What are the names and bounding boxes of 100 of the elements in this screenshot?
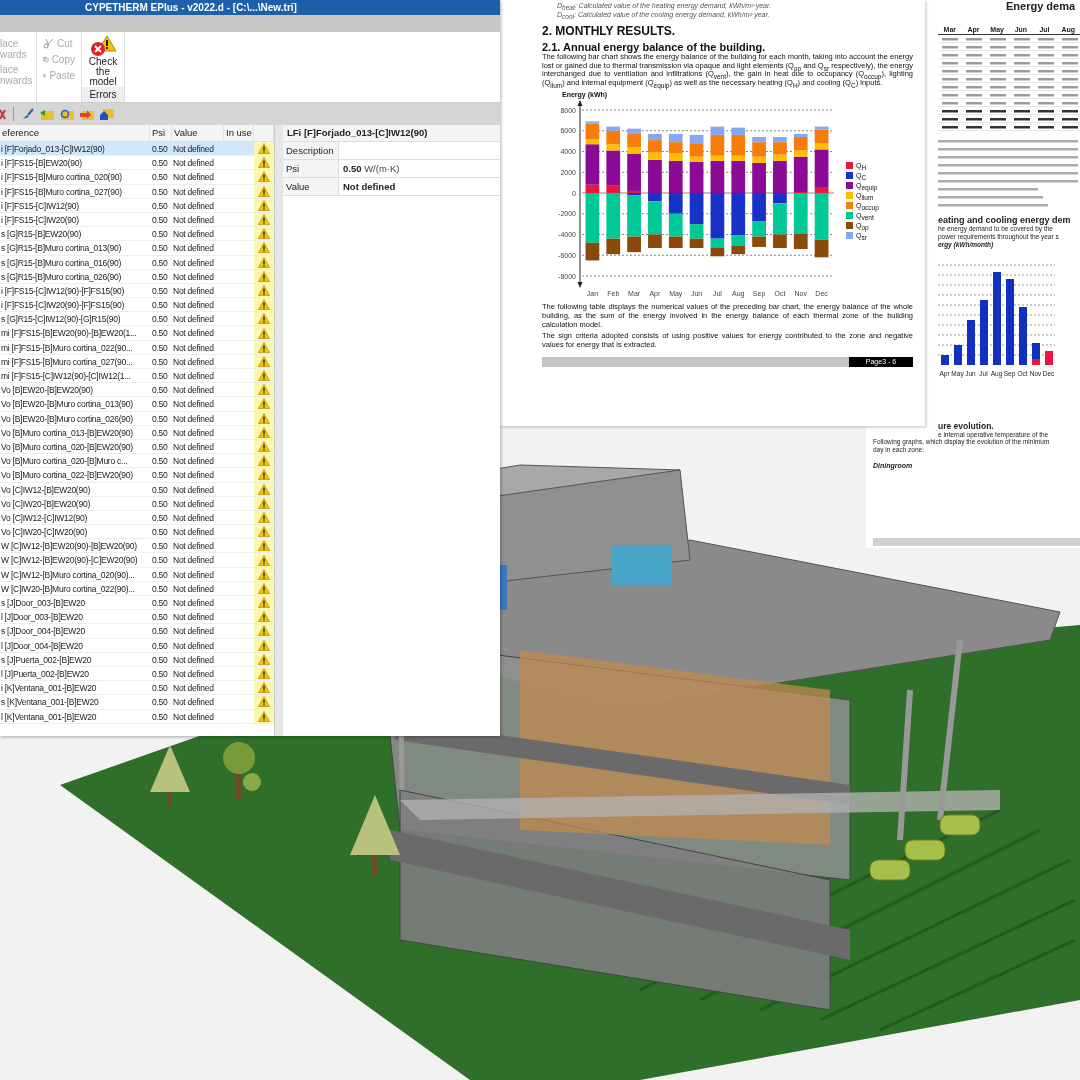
table-cell-text: Not defined — [172, 398, 215, 411]
table-cell-text: Vo [B]EW20-[B]EW20(90) — [0, 384, 94, 397]
table-cell-text: Vo [B]Muro cortina_022-[B]EW20(90) — [0, 469, 134, 482]
panel-title: LFi [F]Forjado_013-[C]IW12(90) — [283, 125, 500, 142]
table-cell-text: l [J]Door_004-[B]EW20 — [0, 639, 84, 652]
table-cell-text: 0.50 — [151, 526, 169, 539]
table-cell-text: W [C]IW12-[B]EW20(90)-[B]EW20(90) — [0, 540, 138, 553]
table-cell-text: Not defined — [172, 199, 215, 212]
table-cell-text: Not defined — [172, 143, 215, 156]
table-cell-text: Vo [C]IW12-[C]IW12(90) — [0, 511, 89, 525]
table-cell-text: Vo [B]EW20-[B]Muro cortina_026(90) — [0, 412, 134, 425]
group-label: Errors — [82, 87, 124, 102]
table-cell-text: 0.50 — [151, 412, 169, 425]
table-cell-text: Vo [C]IW20-[C]IW20(90) — [0, 526, 89, 539]
table-cell-text: 0.50 — [151, 256, 169, 269]
table-cell-text: W [C]IW20-[B]Muro cortina_022(90)... — [0, 582, 136, 595]
table-cell-text: 0.50 — [151, 199, 169, 212]
table-cell-text: Not defined — [172, 355, 215, 368]
table-cell-text: Vo [B]EW20-[B]Muro cortina_013(90) — [0, 398, 134, 411]
table-cell-text: Not defined — [172, 440, 215, 454]
section-heading: ure evolution. — [938, 421, 995, 431]
table-cell-text: 0.50 — [151, 554, 169, 567]
table-cell-text: 0.50 — [151, 540, 169, 553]
table-cell-text: i [F]FS15-[B]Muro cortina_027(90) — [0, 185, 123, 198]
table-cell-text: Not defined — [172, 426, 215, 439]
table-cell-text: Not defined — [172, 171, 215, 184]
table-cell-text: Not defined — [172, 469, 215, 482]
section-heading: 2. MONTHLY RESULTS. — [542, 24, 677, 38]
table-cell-text: s [K]Ventana_001-[B]EW20 — [0, 696, 100, 709]
table-cell-text: Not defined — [172, 228, 215, 241]
table-cell-text: s [J]Door_004-[B]EW20 — [0, 625, 87, 638]
table-cell-text: Not defined — [172, 299, 215, 312]
table-cell-text: Not defined — [172, 284, 215, 298]
table-cell-text: s [G]R15-[B]Muro cortina_016(90) — [0, 256, 123, 269]
table-cell-text: 0.50 — [151, 270, 169, 283]
table-cell-text: Not defined — [172, 582, 215, 595]
table-cell-text: Not defined — [172, 185, 215, 198]
table-cell-text: 0.50 — [151, 185, 169, 198]
table-cell-text: 0.50 — [151, 426, 169, 439]
window-title: CYPETHERM EPlus - v2022.d - [C:\...\New.tri] — [85, 2, 297, 13]
table-cell-text: s [J]Puerta_002-[B]EW20 — [0, 653, 93, 666]
table-cell-text: W [C]IW12-[B]EW20(90)-[C]EW20(90) — [0, 554, 139, 567]
table-cell-text: Vo [C]IW12-[B]EW20(90) — [0, 483, 91, 496]
table-cell-text: 0.50 — [151, 299, 169, 312]
table-cell-text: 0.50 — [151, 440, 169, 454]
table-cell-text: 0.50 — [151, 568, 169, 581]
table-cell-text: Not defined — [172, 667, 215, 681]
table-cell-text: i [F]FS15-[B]EW20(90) — [0, 157, 83, 170]
table-cell-text: Not defined — [172, 611, 215, 624]
table-cell-text: 0.50 — [151, 667, 169, 681]
table-cell-text: Not defined — [172, 270, 215, 283]
table-cell-text: Not defined — [172, 540, 215, 553]
table-cell-text: mi [F]FS15-[C]IW12(90)-[C]IW12(1... — [0, 370, 132, 383]
table-cell-text: 0.50 — [151, 653, 169, 666]
table-cell-text: i [F]FS15-[C]IW20(90)-[F]FS15(90) — [0, 299, 126, 312]
table-cell-text: Not defined — [172, 341, 215, 354]
table-cell-text: l [K]Ventana_001-[B]EW20 — [0, 710, 98, 723]
table-cell-text: 0.50 — [151, 284, 169, 298]
table-cell-text: 0.50 — [151, 143, 169, 156]
table-cell-text: i [K]Ventana_001-[B]EW20 — [0, 682, 98, 695]
table-cell-text: Not defined — [172, 511, 215, 525]
table-cell-text: Not defined — [172, 213, 215, 227]
table-cell-text: Not defined — [172, 483, 215, 496]
table-cell-text: 0.50 — [151, 355, 169, 368]
table-cell-text: l [J]Puerta_002-[B]EW20 — [0, 667, 90, 681]
table-cell-text: 0.50 — [151, 469, 169, 482]
table-cell-text: i [F]FS15-[C]IW12(90)-[F]FS15(90) — [0, 284, 126, 298]
table-cell-text: 0.50 — [151, 213, 169, 227]
table-cell-text: 0.50 — [151, 157, 169, 170]
table-cell-text: Not defined — [172, 242, 215, 255]
table-cell-text: 0.50 — [151, 582, 169, 595]
table-cell-text: mi [F]FS15-[B]EW20(90)-[B]EW20(1... — [0, 327, 138, 340]
table-cell-text: 0.50 — [151, 483, 169, 496]
table-cell-text: l [J]Door_003-[B]EW20 — [0, 611, 84, 624]
table-cell-text: s [G]R15-[B]EW20(90) — [0, 228, 83, 241]
table-cell-text: 0.50 — [151, 384, 169, 397]
table-cell-text: i [F]Forjado_013-[C]IW12(90) — [0, 143, 106, 156]
table-cell-text: 0.50 — [151, 639, 169, 652]
table-cell-text: s [G]R15-[C]IW12(90)-[G]R15(90) — [0, 313, 122, 326]
table-cell-text: i [F]FS15-[C]IW12(90) — [0, 199, 80, 212]
table-cell-text: 0.50 — [151, 228, 169, 241]
table-cell-text: Not defined — [172, 526, 215, 539]
table-cell-text: Not defined — [172, 256, 215, 269]
table-cell-text: Not defined — [172, 554, 215, 567]
table-cell-text: 0.50 — [151, 511, 169, 525]
table-cell-text: i [F]FS15-[B]Muro cortina_020(90) — [0, 171, 123, 184]
field-label: Value — [283, 178, 339, 195]
table-cell-text: s [G]R15-[B]Muro cortina_013(90) — [0, 242, 123, 255]
table-cell-text: Not defined — [172, 653, 215, 666]
section-heading: 2.1. Annual energy balance of the building. — [542, 41, 767, 53]
table-cell-text: 0.50 — [151, 611, 169, 624]
table-cell-text: 0.50 — [151, 242, 169, 255]
table-cell-text: 0.50 — [151, 455, 169, 468]
field-label: Description — [283, 142, 339, 159]
table-cell-text: W [C]IW12-[B]Muro cortina_020(90)... — [0, 568, 136, 581]
table-cell-text: Not defined — [172, 568, 215, 581]
table-cell-text: 0.50 — [151, 497, 169, 510]
table-cell-text: 0.50 — [151, 625, 169, 638]
table-cell-text: 0.50 — [151, 682, 169, 695]
table-cell-text: Not defined — [172, 696, 215, 709]
